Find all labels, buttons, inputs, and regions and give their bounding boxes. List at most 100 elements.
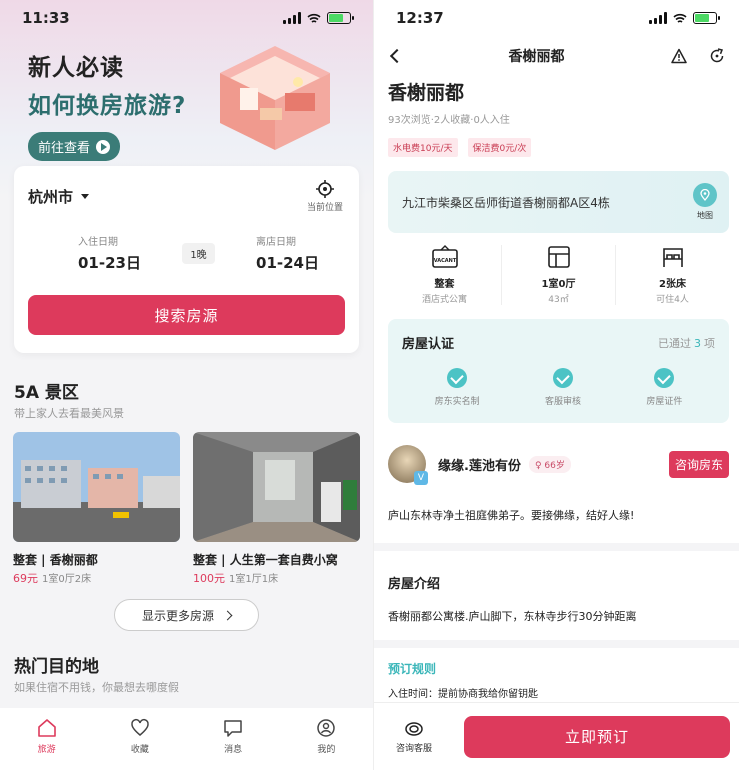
nav-title: 香榭丽都	[508, 49, 565, 65]
banner-view-label: 前往查看	[38, 141, 91, 156]
battery-icon	[327, 12, 354, 24]
intro-title: 房屋介绍	[388, 577, 441, 592]
search-button[interactable]: 搜索房源	[28, 295, 345, 335]
listing-card[interactable]: 整套 | 香榭丽都 69元 1室0厅2床	[13, 432, 180, 586]
listing-photo	[13, 432, 180, 542]
host-row: V 缘缘.莲池有份 ♀ 66岁 咨询房东	[388, 441, 729, 487]
bottom-bar: 咨询客服 立即预订	[374, 702, 739, 770]
feature-type-sub: 酒店式公寓	[421, 295, 467, 305]
home-icon	[37, 718, 56, 737]
checkin-date[interactable]: 入住日期 01-23日	[78, 233, 141, 273]
cert-item-label: 房屋证件	[646, 397, 683, 407]
tab-messages[interactable]: 消息	[203, 718, 263, 755]
intro-text: 香榭丽都公寓楼.庐山脚下，东林寺步行30分钟距离	[388, 610, 637, 623]
banner-headline: 新人必读	[28, 55, 124, 81]
feature-type: VACANT 整套 酒店式公寓	[388, 245, 502, 305]
search-card: 杭州市 当前位置 入住日期 01-23日 1晚 离店日期 01-24日 搜索房源	[14, 166, 359, 353]
verified-icon: V	[414, 471, 428, 485]
checkout-value: 01-24日	[256, 254, 319, 272]
signal-icon	[649, 12, 667, 24]
listing-card[interactable]: 整套 | 人生第一套自费小窝 100元 1室1厅1床	[193, 432, 360, 586]
cert-passed-prefix: 已通过	[658, 336, 691, 350]
cert-item: 房东实名制	[435, 368, 480, 407]
listing-title: 整套 | 香榭丽都	[13, 553, 98, 567]
feature-type-title: 整套	[434, 279, 455, 290]
status-time: 11:33	[22, 9, 70, 27]
nav-bar: 香榭丽都	[374, 36, 739, 76]
city-selector[interactable]: 杭州市	[28, 186, 90, 207]
female-icon: ♀	[534, 460, 542, 471]
left-screen: 新人必读 如何换房旅游? 前往查看 11:33 杭州市 当前位置 入住日期 01…	[0, 0, 373, 770]
banner-subheadline: 如何换房旅游?	[28, 93, 187, 119]
cert-item: 客服审核	[545, 368, 581, 407]
map-pin-icon	[693, 183, 717, 207]
certification-card: 房屋认证 已通过 3 项 房东实名制 客服审核 房屋证件	[388, 319, 729, 423]
feature-layout: 1室0厅 43㎡	[502, 245, 616, 305]
section-divider	[374, 640, 739, 648]
room-illustration	[220, 46, 330, 150]
wifi-icon	[673, 13, 687, 23]
cert-passed-suffix: 项	[704, 336, 715, 350]
warning-icon[interactable]	[671, 48, 687, 64]
check-icon	[552, 368, 573, 388]
caret-down-icon	[81, 194, 90, 199]
rules-text: 入住时间：提前协商我给你留钥匙	[388, 689, 538, 700]
cert-item: 房屋证件	[646, 368, 682, 407]
cert-title: 房屋认证	[402, 337, 455, 352]
heart-icon	[131, 718, 149, 736]
features-row: VACANT 整套 酒店式公寓 1室0厅 43㎡ 2张床 可住4人	[388, 245, 729, 305]
current-location-button[interactable]: 当前位置	[307, 180, 343, 213]
wifi-icon	[307, 13, 321, 23]
checkin-value: 01-23日	[78, 254, 141, 272]
right-screen: 12:37 香榭丽都 香榭丽都 93次浏览·2人收藏·0人入住 水电费10元/天…	[373, 0, 739, 770]
tab-messages-label: 消息	[224, 744, 243, 755]
customer-service-button[interactable]: 咨询客服	[396, 720, 432, 754]
locate-icon	[315, 180, 334, 198]
feature-beds-sub: 可住4人	[656, 295, 689, 305]
map-button[interactable]: 地图	[693, 183, 717, 221]
host-age-badge: ♀ 66岁	[528, 455, 571, 473]
listing-price: 69元	[13, 572, 38, 585]
tab-profile[interactable]: 我的	[296, 718, 356, 755]
back-icon[interactable]	[389, 48, 405, 64]
fee-tag-cleaning: 保洁费0元/次	[467, 138, 532, 157]
banner-view-button[interactable]: 前往查看	[28, 132, 121, 161]
bed-icon	[662, 248, 683, 267]
host-age: 66岁	[544, 460, 565, 471]
battery-icon	[693, 12, 720, 24]
floorplan-icon	[547, 246, 570, 268]
tab-travel[interactable]: 旅游	[17, 718, 77, 755]
hot-destinations-title: 热门目的地	[14, 657, 99, 677]
tab-travel-label: 旅游	[37, 744, 56, 755]
chevron-right-icon	[222, 610, 233, 620]
tab-favorites[interactable]: 收藏	[110, 718, 170, 755]
listing-name: 香榭丽都	[388, 82, 465, 104]
book-now-button[interactable]: 立即预订	[464, 715, 730, 758]
listing-photo	[193, 432, 360, 542]
checkout-date[interactable]: 离店日期 01-24日	[256, 233, 319, 273]
address-text: 九江市柴桑区岳师街道香榭丽都A区4栋	[402, 195, 610, 210]
listing-stats: 93次浏览·2人收藏·0人入住	[388, 115, 510, 126]
section-divider	[374, 543, 739, 551]
nights-badge: 1晚	[182, 242, 215, 264]
show-more-label: 显示更多房源	[141, 608, 214, 623]
host-quote: 庐山东林寺净土祖庭佛弟子。要接佛缘，结好人缘!	[388, 509, 635, 522]
hot-destinations-subtitle: 如果住宿不用钱，你最想去哪度假	[14, 681, 179, 694]
consult-host-button[interactable]: 咨询房东	[668, 450, 729, 478]
feature-beds: 2张床 可住4人	[616, 245, 729, 305]
share-icon[interactable]	[709, 48, 725, 64]
address-card[interactable]: 九江市柴桑区岳师街道香榭丽都A区4栋 地图	[388, 171, 729, 233]
show-more-button[interactable]: 显示更多房源	[114, 599, 259, 631]
host-name: 缘缘.莲池有份	[438, 458, 521, 474]
tab-profile-label: 我的	[317, 744, 336, 755]
scenic-title: 5A 景区	[14, 383, 79, 403]
tab-bar: 旅游 收藏 消息 我的	[0, 708, 373, 770]
signal-icon	[283, 12, 301, 24]
host-avatar[interactable]: V	[388, 445, 428, 485]
customer-service-label: 咨询客服	[396, 743, 433, 754]
location-label: 当前位置	[306, 203, 343, 213]
status-time: 12:37	[396, 9, 444, 27]
message-icon	[224, 719, 242, 737]
checkout-label: 离店日期	[256, 237, 297, 248]
listing-title: 整套 | 人生第一套自费小窝	[193, 553, 338, 567]
